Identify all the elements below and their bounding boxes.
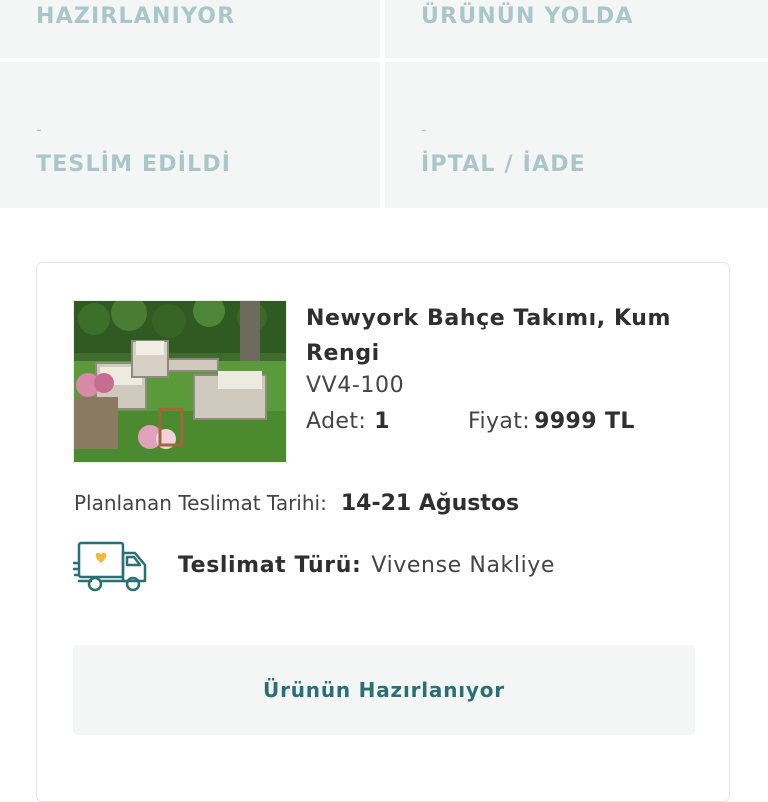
planned-delivery-label: Planlanan Teslimat Tarihi: [74, 491, 327, 515]
status-step-label: TESLİM EDİLDİ [36, 152, 232, 177]
order-status-button[interactable]: Ürünün Hazırlanıyor [73, 645, 695, 735]
status-step-label: HAZIRLANIYOR [36, 4, 236, 29]
status-step-preparing: HAZIRLANIYOR [0, 0, 380, 58]
product-photo-garden-furniture [74, 301, 286, 462]
quantity-value: 1 [374, 409, 390, 434]
product-name[interactable]: Newyork Bahçe Takımı, Kum Rengi [306, 301, 686, 371]
status-step-cancel-return: - İPTAL / İADE [385, 62, 768, 208]
status-step-value: - [421, 120, 427, 139]
delivery-type-label: Teslimat Türü: [178, 553, 362, 578]
planned-delivery-value: 14-21 Ağustos [340, 491, 520, 516]
status-step-label: ÜRÜNÜN YOLDA [421, 4, 634, 29]
price-label: Fiyat: [468, 409, 531, 434]
status-step-delivered: - TESLİM EDİLDİ [0, 62, 380, 208]
price-row: Fiyat: 9999 TL [468, 409, 635, 434]
delivery-type-value: Vivense Nakliye [371, 553, 556, 578]
delivery-truck-icon [73, 541, 147, 592]
order-item-card: Newyork Bahçe Takımı, Kum Rengi VV4-100 … [36, 262, 730, 802]
product-sku: VV4-100 [306, 373, 405, 398]
status-step-label: İPTAL / İADE [421, 152, 586, 177]
planned-delivery-date: Planlanan Teslimat Tarihi: 14-21 Ağustos [74, 491, 519, 516]
quantity-label: Adet: [306, 409, 367, 434]
product-image[interactable] [73, 300, 287, 463]
status-step-value: - [36, 120, 42, 139]
status-step-on-the-way: ÜRÜNÜN YOLDA [385, 0, 768, 58]
quantity-row: Adet: 1 [306, 409, 390, 434]
order-status-grid: HAZIRLANIYOR ÜRÜNÜN YOLDA - TESLİM EDİLD… [0, 0, 768, 208]
price-value: 9999 TL [534, 409, 635, 434]
delivery-type: Teslimat Türü: Vivense Nakliye [178, 553, 555, 578]
